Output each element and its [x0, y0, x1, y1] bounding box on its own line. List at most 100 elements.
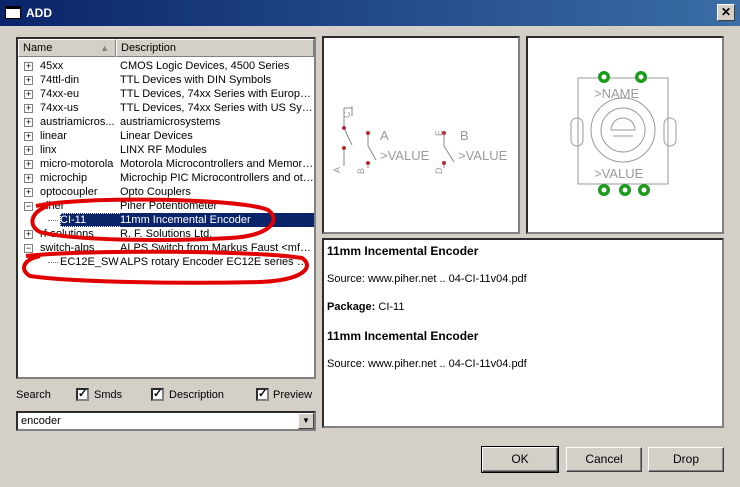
sort-ascending-icon: ▲ — [100, 43, 109, 53]
description-label: Description — [169, 389, 225, 401]
row-description: CMOS Logic Devices, 4500 Series — [120, 60, 290, 72]
row-description: LINX RF Modules — [120, 144, 207, 156]
device-source: Source: www.piher.net .. 04-CI-11v04.pdf — [327, 273, 527, 285]
symbol-value-b: >VALUE — [458, 148, 508, 163]
row-description: 11mm Incemental Encoder — [120, 213, 314, 227]
description-checkbox[interactable]: ✓ — [151, 388, 164, 401]
tree-row[interactable]: + austriamicros... austriamicrosystems — [18, 115, 314, 129]
expand-icon[interactable]: + — [24, 90, 33, 99]
row-name: micro-motorola — [40, 158, 114, 170]
tree-row[interactable]: + linear Linear Devices — [18, 129, 314, 143]
pin-label-d: D — [434, 167, 444, 174]
row-name: austriamicros... — [40, 116, 115, 128]
preview-checkbox[interactable]: ✓ — [256, 388, 269, 401]
search-combo[interactable]: encoder ▼ — [16, 411, 316, 431]
tree-row[interactable]: +45xx CMOS Logic Devices, 4500 Series — [18, 59, 314, 73]
package-footprint: >NAME >VALUE — [570, 71, 677, 196]
row-description: TTL Devices with DIN Symbols — [120, 74, 272, 86]
pin-label-a: A — [332, 167, 342, 173]
dropdown-arrow-icon[interactable]: ▼ — [298, 413, 314, 429]
expand-icon[interactable]: + — [24, 188, 33, 197]
row-description: ALPS rotary Encoder EC12E series wit... — [120, 256, 314, 268]
row-name: optocoupler — [40, 186, 98, 198]
tree-row[interactable]: − switch-alps ALPS Switch from Markus Faus… — [18, 241, 314, 255]
pin-label-e: E — [434, 130, 444, 136]
tree-row[interactable]: + optocoupler Opto Couplers — [18, 185, 314, 199]
expand-icon[interactable]: + — [24, 62, 33, 71]
expand-icon[interactable]: + — [24, 174, 33, 183]
window-title: ADD — [26, 6, 52, 20]
expand-icon[interactable]: + — [24, 160, 33, 169]
symbol-label-a: A — [380, 128, 389, 143]
package-heading: 11mm Incemental Encoder — [327, 329, 479, 343]
ok-button[interactable]: OK — [481, 446, 559, 473]
tree-connector — [48, 220, 58, 221]
expand-icon[interactable]: + — [24, 132, 33, 141]
expand-icon[interactable]: + — [24, 230, 33, 239]
symbol-value-a: >VALUE — [380, 148, 430, 163]
smds-checkbox[interactable]: ✓ — [76, 388, 89, 401]
column-header-description[interactable]: Description — [116, 39, 314, 57]
row-description: ALPS Switch from Markus Faust <mfa... — [120, 242, 314, 254]
expand-icon[interactable]: + — [24, 76, 33, 85]
row-name: linx — [40, 144, 57, 156]
drop-button[interactable]: Drop — [648, 447, 724, 472]
row-description: TTL Devices, 74xx Series with Europe... — [120, 88, 314, 100]
column-name-label: Name — [23, 42, 53, 54]
package-value-placeholder: >VALUE — [594, 166, 644, 181]
package-source: Source: www.piher.net .. 04-CI-11v04.pdf — [327, 358, 527, 370]
row-name: 74xx-eu — [40, 88, 80, 100]
tree-row[interactable]: EC12E_SW ALPS rotary Encoder EC12E series… — [18, 255, 314, 269]
row-description: TTL Devices, 74xx Series with US Sym... — [120, 102, 314, 114]
package-preview: >NAME >VALUE — [526, 36, 724, 234]
tree-row[interactable]: + linx LINX RF Modules — [18, 143, 314, 157]
expand-icon[interactable]: + — [24, 146, 33, 155]
smds-label: Smds — [94, 389, 123, 401]
row-name: piher — [40, 200, 65, 212]
row-name: 74ttl-din — [40, 74, 80, 86]
title-bar: ADD ✕ — [0, 0, 740, 26]
tree-row[interactable]: CI-11 11mm Incemental Encoder — [18, 213, 314, 227]
search-label: Search — [16, 389, 51, 401]
tree-row[interactable]: − piher Piher Potentiometer — [18, 199, 314, 213]
window-icon — [5, 6, 21, 19]
pin-label-b: B — [356, 168, 366, 174]
tree-row[interactable]: + rf-solutions R. F. Solutions Ltd. — [18, 227, 314, 241]
column-description-label: Description — [121, 42, 177, 54]
row-name: linear — [40, 130, 67, 142]
row-name: 45xx — [40, 60, 64, 72]
package-name-placeholder: >NAME — [594, 86, 639, 101]
row-name: rf-solutions — [40, 228, 94, 240]
tree-row[interactable]: + micro-motorola Motorola Microcontrollers… — [18, 157, 314, 171]
symbol-label-b: B — [460, 128, 469, 143]
collapse-icon[interactable]: − — [24, 244, 33, 253]
row-name: microchip — [40, 172, 88, 184]
package-value: CI-11 — [378, 301, 405, 313]
tree-row[interactable]: + microchip Microchip PIC Microcontrollers… — [18, 171, 314, 185]
row-name: 74xx-us — [40, 102, 79, 114]
tree-connector — [48, 262, 58, 263]
tree-header: Name ▲ Description — [18, 39, 314, 57]
tree-row[interactable]: +74ttl-din TTL Devices with DIN Symbols — [18, 73, 314, 87]
row-description: Linear Devices — [120, 130, 193, 142]
row-description: Piher Potentiometer — [120, 200, 218, 212]
expand-icon[interactable]: + — [24, 118, 33, 127]
row-description: austriamicrosystems — [120, 116, 221, 128]
row-description: Opto Couplers — [120, 186, 191, 198]
collapse-icon[interactable]: − — [24, 202, 33, 211]
column-header-name[interactable]: Name ▲ — [18, 39, 116, 57]
tree-row[interactable]: +74xx-eu TTL Devices, 74xx Series with Eu… — [18, 87, 314, 101]
row-description: Motorola Microcontrollers and Memories — [120, 158, 314, 170]
row-description: R. F. Solutions Ltd. — [120, 228, 213, 240]
library-tree[interactable]: Name ▲ Description +45xx CMOS Logic Devic… — [16, 37, 316, 379]
row-name: switch-alps — [40, 242, 95, 254]
close-icon[interactable]: ✕ — [717, 4, 735, 21]
tree-row[interactable]: +74xx-us TTL Devices, 74xx Series with US… — [18, 101, 314, 115]
preview-label: Preview — [273, 389, 313, 401]
cancel-button[interactable]: Cancel — [566, 447, 642, 472]
device-heading: 11mm Incemental Encoder — [327, 244, 479, 258]
schematic-symbol: A >VALUE B >VALUE A B C D E — [332, 106, 508, 174]
search-input[interactable]: encoder — [21, 415, 61, 427]
symbol-preview: A >VALUE B >VALUE A B C D E — [322, 36, 520, 234]
expand-icon[interactable]: + — [24, 104, 33, 113]
